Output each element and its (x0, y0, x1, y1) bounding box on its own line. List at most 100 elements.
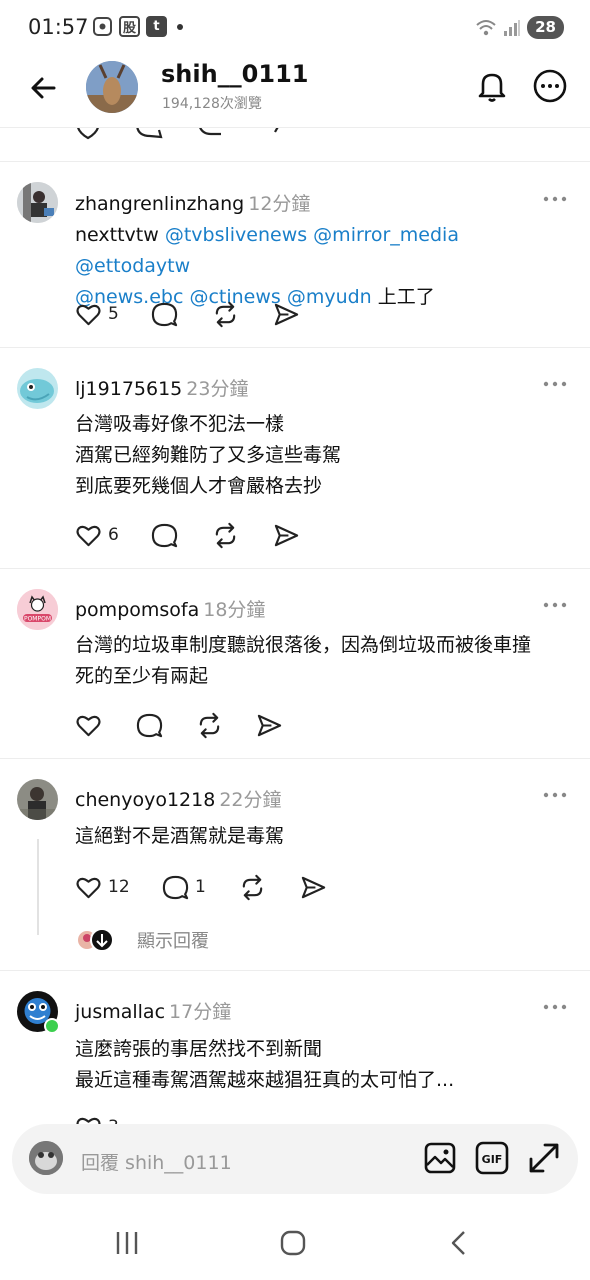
more-options-button[interactable] (532, 68, 568, 104)
top-app-bar: shih__0111 194,128次瀏覽 (0, 56, 590, 128)
comment-button[interactable]: 1 (162, 873, 206, 901)
comment-more-icon[interactable] (541, 374, 569, 394)
comment-header: zhangrenlinzhang 12分鐘 (75, 189, 310, 216)
like-count: 5 (108, 304, 119, 324)
signal-icon (504, 19, 521, 36)
comment-avatar[interactable] (17, 182, 58, 223)
system-back-button[interactable] (442, 1228, 476, 1258)
image-icon (424, 1142, 456, 1174)
heart-icon (76, 877, 101, 898)
comment-text-line: 死的至少有兩起 (75, 665, 209, 687)
gif-label: GIF (482, 1153, 503, 1166)
notifications-button[interactable] (474, 68, 510, 104)
avatar-label: POMPOM (24, 616, 51, 623)
home-button[interactable] (276, 1228, 310, 1258)
heart-icon (76, 525, 101, 546)
reply-avatars (76, 928, 114, 952)
like-count: 12 (108, 877, 130, 897)
like-button[interactable]: 5 (75, 300, 119, 328)
comment-text: 台灣的垃圾車制度聽說很落後，因為倒垃圾而被後車撞 死的至少有兩起 (75, 630, 575, 692)
more-icon (533, 69, 567, 103)
comment-header: chenyoyo1218 22分鐘 (75, 785, 282, 812)
repost-button[interactable] (212, 300, 239, 328)
show-replies-button[interactable]: 顯示回覆 (75, 926, 209, 954)
add-image-button[interactable] (423, 1141, 457, 1175)
comment-avatar[interactable] (17, 779, 58, 820)
comment-text: 台灣吸毒好像不犯法一樣 酒駕已經夠難防了又多這些毒駕 到底要死幾個人才會嚴格去抄 (75, 409, 575, 502)
comment-item: chenyoyo1218 22分鐘 這絕對不是酒駕就是毒駕 12 1 顯示回覆 (0, 759, 590, 971)
more-notifications-dot (177, 23, 183, 30)
like-button[interactable]: 6 (75, 521, 119, 549)
show-replies-label: 顯示回覆 (137, 931, 209, 952)
comment-username[interactable]: zhangrenlinzhang (75, 193, 244, 215)
comment-username[interactable]: pompomsofa (75, 599, 199, 621)
share-button[interactable] (273, 521, 300, 549)
comment-text-line: 這麼誇張的事居然找不到新聞 (75, 1038, 323, 1060)
reply-composer[interactable]: 回覆 shih__0111 GIF (12, 1124, 578, 1194)
comment-timestamp: 18分鐘 (203, 599, 266, 621)
comment-timestamp: 23分鐘 (186, 378, 249, 400)
comment-username[interactable]: chenyoyo1218 (75, 789, 215, 811)
online-status-dot (44, 1018, 60, 1034)
repost-button[interactable] (239, 873, 266, 901)
bell-icon (478, 73, 506, 102)
like-button[interactable]: 12 (75, 873, 130, 901)
expand-icon (529, 1143, 559, 1173)
comment-avatar[interactable] (17, 368, 58, 409)
system-navigation-bar (0, 1206, 590, 1280)
comment-text-line: 最近這種毒駕酒駕越來越猖狂真的太可怕了... (75, 1069, 455, 1091)
repost-icon (199, 712, 220, 738)
status-notification-icons: 股 t (92, 16, 183, 37)
comment-button[interactable] (151, 300, 178, 328)
comment-button[interactable] (151, 521, 178, 549)
profile-avatar[interactable] (86, 61, 138, 113)
add-gif-button[interactable]: GIF (475, 1141, 509, 1175)
comment-item: POMPOM pompomsofa 18分鐘 台灣的垃圾車制度聽說很落後，因為倒垃… (0, 569, 590, 759)
comment-button[interactable] (136, 711, 163, 739)
comment-header: lj19175615 23分鐘 (75, 374, 248, 401)
comment-text-line: 到底要死幾個人才會嚴格去抄 (75, 475, 323, 497)
comment-avatar[interactable] (17, 991, 60, 1034)
share-icon (257, 714, 282, 736)
gif-icon: GIF (475, 1141, 509, 1175)
status-bar: 01:57 股 t 28 (0, 0, 590, 56)
like-button[interactable] (75, 711, 102, 739)
comment-text-line: 酒駕已經夠難防了又多這些毒駕 (75, 444, 342, 466)
comment-username[interactable]: jusmallac (75, 1001, 165, 1023)
comment-header: jusmallac 17分鐘 (75, 997, 231, 1024)
comment-more-icon[interactable] (541, 785, 569, 805)
recent-apps-icon (116, 1232, 138, 1254)
repost-button[interactable] (196, 711, 223, 739)
comment-icon (136, 713, 163, 737)
back-arrow-icon (31, 77, 56, 99)
comment-more-icon[interactable] (541, 997, 569, 1017)
thread-line (37, 839, 39, 935)
comment-more-icon[interactable] (541, 189, 569, 209)
comment-text-line: 台灣吸毒好像不犯法一樣 (75, 413, 285, 435)
screenshot-icon (92, 16, 113, 37)
comment-avatar[interactable]: POMPOM (17, 589, 58, 630)
reply-input-placeholder[interactable]: 回覆 shih__0111 (81, 1148, 232, 1175)
share-icon (301, 876, 326, 898)
comment-more-icon[interactable] (541, 595, 569, 615)
profile-username[interactable]: shih__0111 (161, 60, 308, 88)
comment-timestamp: 22分鐘 (219, 789, 282, 811)
share-button[interactable] (300, 873, 327, 901)
comment-icon (151, 302, 178, 326)
recent-apps-button[interactable] (110, 1228, 144, 1258)
comment-text: 這絕對不是酒駕就是毒駕 (75, 821, 575, 852)
comment-icon (162, 875, 189, 899)
repost-button[interactable] (212, 521, 239, 549)
comment-text-line: 台灣的垃圾車制度聽說很落後，因為倒垃圾而被後車撞 (75, 634, 532, 656)
share-button[interactable] (256, 711, 283, 739)
profile-view-count: 194,128次瀏覽 (162, 96, 262, 112)
heart-icon (76, 715, 101, 736)
back-button[interactable] (26, 70, 62, 106)
comment-text-prefix: nexttvtw (75, 224, 165, 246)
comment-text-suffix: 上工了 (371, 286, 435, 308)
threads-app-icon: t (146, 16, 167, 37)
share-button[interactable] (273, 300, 300, 328)
comment-username[interactable]: lj19175615 (75, 378, 182, 400)
comment-item: zhangrenlinzhang 12分鐘 nexttvtw @tvbsliven… (0, 163, 590, 348)
expand-composer-button[interactable] (527, 1141, 561, 1175)
